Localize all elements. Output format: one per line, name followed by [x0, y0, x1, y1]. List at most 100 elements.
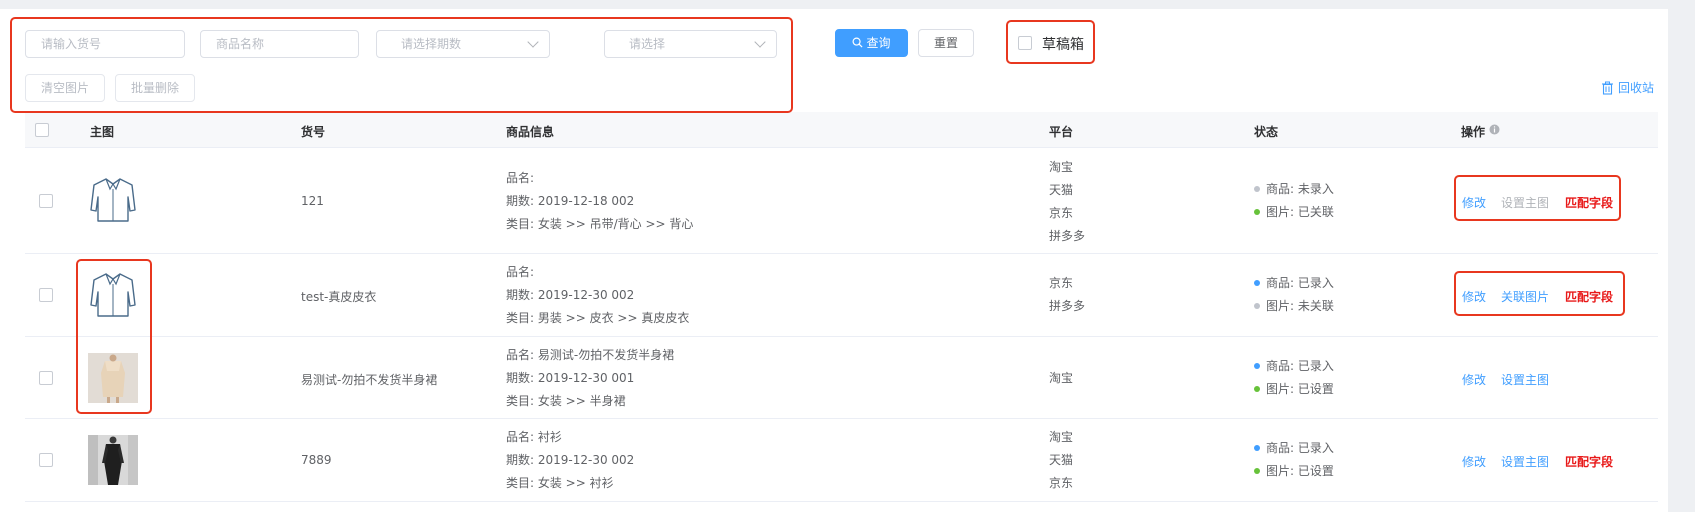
info-period: 期数: 2019-12-18 002: [506, 194, 635, 208]
reset-button[interactable]: 重置: [918, 29, 974, 57]
platform-list: 淘宝 天猫 京东 拼多多: [1049, 156, 1085, 248]
annotation-box-thumbnails: [76, 259, 152, 414]
product-info: 品名: 期数: 2019-12-18 002 类目: 女装 >> 吊带/背心 >…: [506, 167, 693, 236]
status-item: 图片: 已设置: [1254, 378, 1334, 401]
table-header: 主图 货号 商品信息 平台 状态 操作: [25, 112, 1658, 148]
status-dot: [1254, 385, 1260, 392]
status-item: 图片: 已设置: [1254, 460, 1334, 483]
status-text: 图片: 已关联: [1266, 205, 1334, 219]
status-text: 商品: 已录入: [1266, 359, 1334, 373]
row-checkbox[interactable]: [39, 288, 53, 302]
set-main-image-link[interactable]: 设置主图: [1501, 371, 1549, 388]
product-info: 品名: 期数: 2019-12-30 002 类目: 男装 >> 皮衣 >> 真…: [506, 261, 689, 330]
platform-item: 淘宝: [1049, 371, 1074, 385]
table-row-partial: [25, 503, 1658, 512]
annotation-box-filters: [10, 17, 793, 113]
info-period: 期数: 2019-12-30 001: [506, 371, 635, 385]
platform-list: 淘宝 天猫 京东: [1049, 426, 1073, 495]
info-period: 期数: 2019-12-30 002: [506, 288, 635, 302]
select-all-checkbox[interactable]: [35, 123, 49, 137]
query-label: 查询: [866, 36, 891, 50]
row-checkbox[interactable]: [39, 194, 53, 208]
status-text: 图片: 已设置: [1266, 464, 1334, 478]
product-info: 品名: 衬衫 期数: 2019-12-30 002 类目: 女装 >> 衬衫: [506, 426, 634, 495]
status-dot: [1254, 302, 1260, 309]
platform-item: 拼多多: [1049, 229, 1086, 243]
row-checkbox[interactable]: [39, 453, 53, 467]
header-item-no: 货号: [301, 125, 326, 139]
status-text: 图片: 未关联: [1266, 299, 1334, 313]
dark-outfit-photo: [88, 435, 138, 485]
status-dot: [1254, 279, 1260, 286]
header-main-image: 主图: [90, 125, 115, 139]
header-platform: 平台: [1049, 125, 1074, 139]
recycle-bin-link[interactable]: 回收站: [1601, 79, 1654, 96]
item-no: 121: [301, 194, 324, 208]
status-list: 商品: 已录入 图片: 已设置: [1254, 437, 1334, 483]
status-text: 商品: 未录入: [1266, 182, 1334, 196]
header-status: 状态: [1254, 125, 1279, 139]
match-fields-link[interactable]: 匹配字段: [1565, 453, 1613, 470]
annotation-box-row2-ops: [1454, 271, 1625, 316]
item-no: test-真皮皮衣: [301, 290, 377, 304]
item-no: 易测试-勿拍不发货半身裙: [301, 373, 438, 387]
platform-item: 拼多多: [1049, 299, 1086, 313]
annotation-box-draft: [1006, 20, 1095, 64]
info-icon: [1489, 124, 1500, 135]
info-period: 期数: 2019-12-30 002: [506, 453, 635, 467]
info-category: 类目: 男装 >> 皮衣 >> 真皮皮衣: [506, 311, 690, 325]
status-text: 图片: 已设置: [1266, 382, 1334, 396]
query-button[interactable]: 查询: [835, 29, 908, 57]
status-text: 商品: 已录入: [1266, 441, 1334, 455]
info-category: 类目: 女装 >> 吊带/背心 >> 背心: [506, 217, 694, 231]
trash-icon: [1602, 81, 1613, 95]
status-dot: [1254, 208, 1260, 215]
info-category: 类目: 女装 >> 衬衫: [506, 476, 614, 490]
info-name: 品名: 易测试-勿拍不发货半身裙: [506, 348, 675, 362]
status-dot: [1254, 467, 1260, 474]
search-icon: [852, 37, 863, 48]
info-name: 品名:: [506, 171, 535, 185]
status-item: 图片: 已关联: [1254, 201, 1334, 224]
table-row: 易测试-勿拍不发货半身裙 品名: 易测试-勿拍不发货半身裙 期数: 2019-1…: [25, 338, 1658, 419]
status-list: 商品: 未录入 图片: 已关联: [1254, 178, 1334, 224]
info-name: 品名:: [506, 265, 535, 279]
platform-item: 天猫: [1049, 183, 1074, 197]
table-row: test-真皮皮衣 品名: 期数: 2019-12-30 002 类目: 男装 …: [25, 255, 1658, 337]
status-dot: [1254, 185, 1260, 192]
edit-link[interactable]: 修改: [1462, 453, 1486, 470]
product-info: 品名: 易测试-勿拍不发货半身裙 期数: 2019-12-30 001 类目: …: [506, 344, 674, 413]
item-no: 7889: [301, 453, 332, 467]
edit-link[interactable]: 修改: [1462, 371, 1486, 388]
info-category: 类目: 女装 >> 半身裙: [506, 394, 626, 408]
status-dot: [1254, 444, 1260, 451]
status-item: 商品: 已录入: [1254, 437, 1334, 460]
platform-item: 淘宝: [1049, 160, 1074, 174]
status-item: 商品: 已录入: [1254, 272, 1334, 295]
table-row: 7889 品名: 衬衫 期数: 2019-12-30 002 类目: 女装 >>…: [25, 420, 1658, 502]
platform-list: 京东 拼多多: [1049, 272, 1085, 318]
set-main-image-link[interactable]: 设置主图: [1501, 453, 1549, 470]
status-item: 商品: 已录入: [1254, 355, 1334, 378]
platform-item: 京东: [1049, 276, 1074, 290]
status-dot: [1254, 362, 1260, 369]
recycle-label: 回收站: [1618, 81, 1655, 95]
table-row: 121 品名: 期数: 2019-12-18 002 类目: 女装 >> 吊带/…: [25, 149, 1658, 254]
status-list: 商品: 已录入 图片: 未关联: [1254, 272, 1334, 318]
status-list: 商品: 已录入 图片: 已设置: [1254, 355, 1334, 401]
info-name: 品名: 衬衫: [506, 430, 562, 444]
platform-item: 京东: [1049, 476, 1074, 490]
platform-item: 淘宝: [1049, 430, 1074, 444]
reset-label: 重置: [933, 36, 958, 50]
header-operations: 操作: [1461, 125, 1486, 139]
status-text: 商品: 已录入: [1266, 276, 1334, 290]
status-item: 商品: 未录入: [1254, 178, 1334, 201]
row-checkbox[interactable]: [39, 371, 53, 385]
platform-item: 京东: [1049, 206, 1074, 220]
platform-item: 天猫: [1049, 453, 1074, 467]
header-product-info: 商品信息: [506, 125, 555, 139]
status-item: 图片: 未关联: [1254, 295, 1334, 318]
shirt-outline-image: [90, 178, 136, 222]
annotation-box-row1-ops: [1454, 175, 1621, 221]
platform-list: 淘宝: [1049, 367, 1073, 390]
